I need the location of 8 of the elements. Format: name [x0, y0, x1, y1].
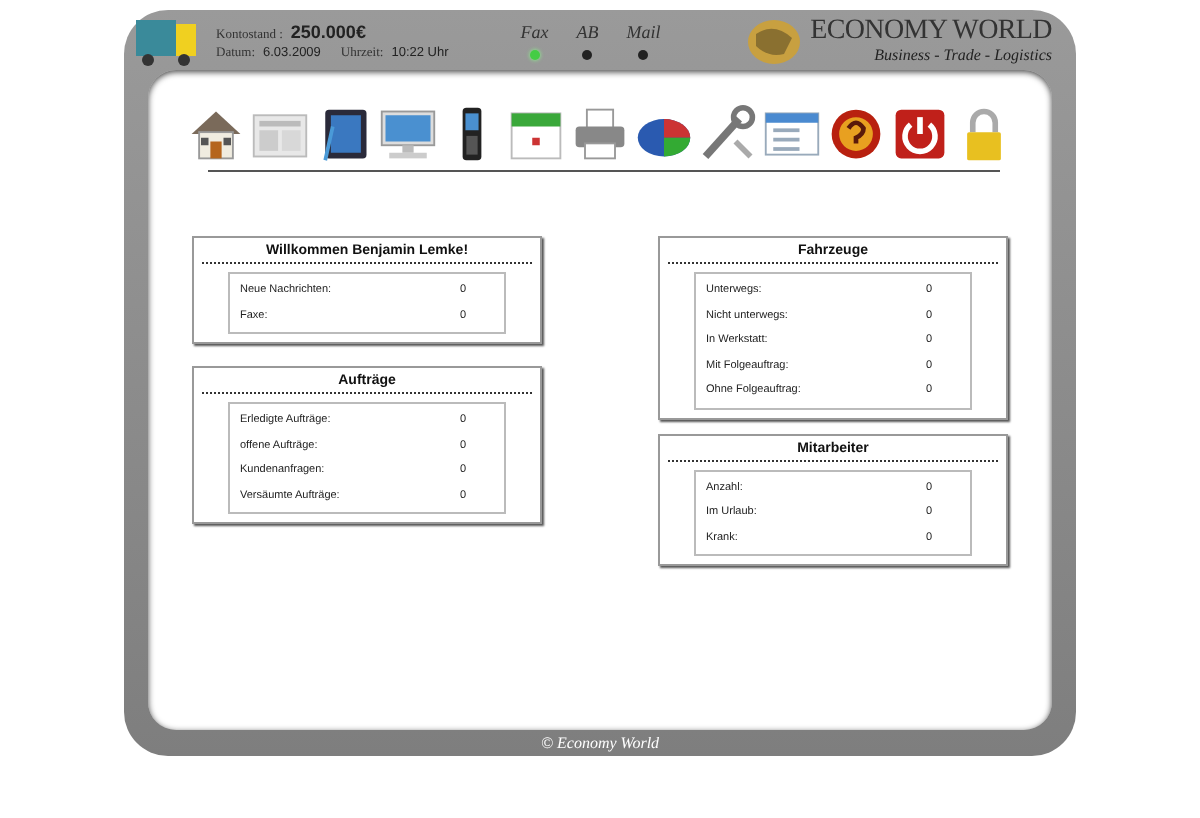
brand-name: ECONOMY WORLD [810, 17, 1052, 45]
brand-tagline: Business - Trade - Logistics [874, 45, 1052, 63]
indicator-label: Mail [626, 21, 661, 41]
copyright-text: © Economy World [540, 734, 660, 752]
globe-icon [744, 14, 805, 66]
indicator-label: Fax [520, 21, 549, 41]
balance-value: 250.000€ [290, 21, 366, 41]
indicator-label: AB [576, 21, 599, 41]
